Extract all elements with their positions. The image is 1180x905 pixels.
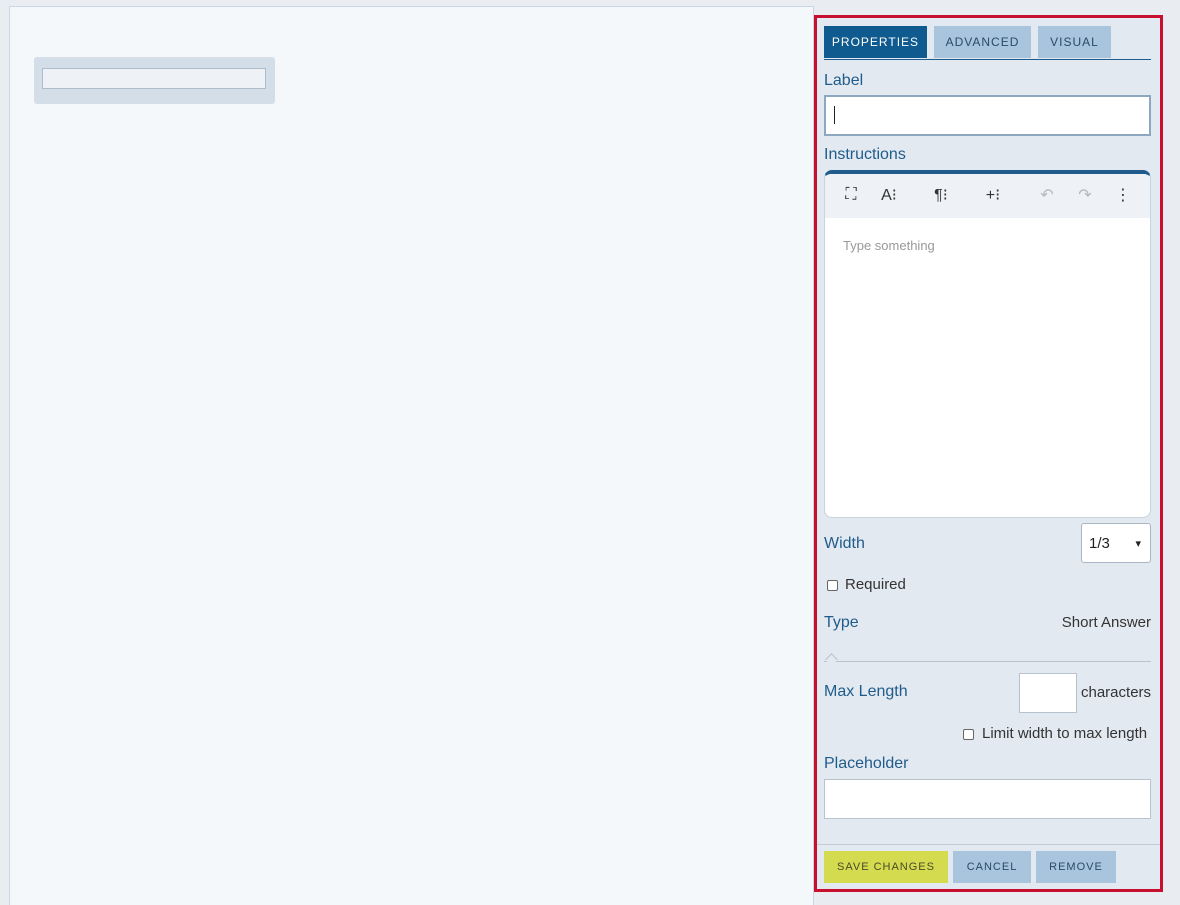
paragraph-icon[interactable]: ¶⁝ [929,184,953,206]
width-select[interactable]: 1/3 ▾ [1081,523,1151,563]
required-label: Required [845,576,906,593]
limit-width-checkbox[interactable] [963,729,974,740]
form-canvas [9,6,814,905]
placeholder-input[interactable] [824,779,1151,819]
field-preview-input [42,68,266,89]
instructions-heading: Instructions [824,146,906,163]
editor-toolbar: ⛶ A⁝ ¶⁝ +⁝ ↶ ↷ ⋮ [825,174,1150,218]
section-divider [824,661,1151,662]
chevron-down-icon: ▾ [1135,538,1141,550]
max-length-suffix: characters [1081,684,1152,701]
tab-advanced[interactable]: ADVANCED [934,26,1031,58]
text-caret [834,106,835,124]
remove-button[interactable]: REMOVE [1036,851,1116,883]
save-changes-button[interactable]: SAVE CHANGES [824,851,948,883]
panel-footer: SAVE CHANGES CANCEL REMOVE [817,844,1160,890]
limit-width-label: Limit width to max length [982,725,1148,742]
form-field-placeholder[interactable] [34,57,275,104]
redo-icon[interactable]: ↷ [1075,184,1095,206]
fullscreen-icon[interactable]: ⛶ [841,184,861,206]
insert-icon[interactable]: +⁝ [981,184,1005,206]
divider-notch [825,653,838,666]
tab-properties[interactable]: PROPERTIES [824,26,927,58]
label-heading: Label [824,72,864,89]
undo-icon[interactable]: ↶ [1037,184,1057,206]
max-length-input[interactable] [1019,673,1077,713]
font-icon[interactable]: A⁝ [877,184,901,206]
required-checkbox[interactable] [827,580,838,591]
width-selected-value: 1/3 [1089,534,1110,552]
instructions-editor[interactable]: ⛶ A⁝ ¶⁝ +⁝ ↶ ↷ ⋮ Type something [824,170,1151,518]
properties-panel: PROPERTIES ADVANCED VISUAL Label Instruc… [814,15,1163,892]
label-input[interactable] [824,95,1151,136]
max-length-label: Max Length [824,683,908,700]
width-label: Width [824,535,865,552]
type-label: Type [824,614,859,631]
cancel-button[interactable]: CANCEL [953,851,1031,883]
type-value: Short Answer [1061,614,1151,631]
editor-placeholder: Type something [843,238,935,253]
placeholder-heading: Placeholder [824,755,909,772]
more-options-icon[interactable]: ⋮ [1115,184,1131,206]
panel-tabs: PROPERTIES ADVANCED VISUAL [824,26,1151,60]
tab-visual[interactable]: VISUAL [1038,26,1111,58]
